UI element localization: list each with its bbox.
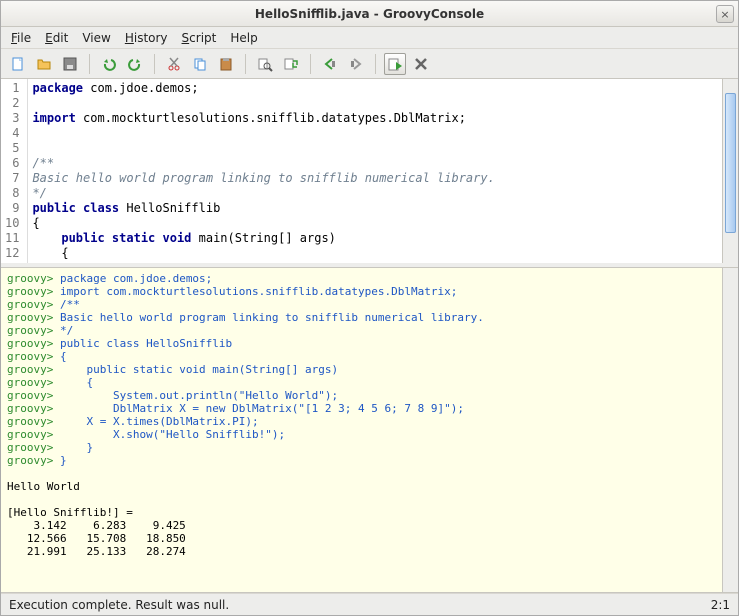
toolbar-separator: [245, 54, 246, 74]
run-script-button[interactable]: [384, 53, 406, 75]
folder-open-icon: [36, 56, 52, 72]
line-gutter: 1 2 3 4 5 6 7 8 9 10 11 12: [1, 79, 28, 263]
find-icon: [257, 56, 273, 72]
output-pane: groovy> package com.jdoe.demos; groovy> …: [1, 267, 738, 593]
save-icon: [62, 56, 78, 72]
titlebar: HelloSnifflib.java - GroovyConsole ×: [1, 1, 738, 27]
menu-history[interactable]: History: [119, 29, 174, 47]
toolbar-separator: [154, 54, 155, 74]
new-file-icon: [10, 56, 26, 72]
new-file-button[interactable]: [7, 53, 29, 75]
cursor-position: 2:1: [711, 598, 730, 612]
editor-pane: 1 2 3 4 5 6 7 8 9 10 11 12 package com.j…: [1, 79, 738, 267]
statusbar: Execution complete. Result was null. 2:1: [1, 593, 738, 615]
window-title: HelloSnifflib.java - GroovyConsole: [255, 7, 484, 21]
redo-icon: [127, 56, 143, 72]
menu-file[interactable]: File: [5, 29, 37, 47]
interrupt-button[interactable]: [410, 53, 432, 75]
replace-button[interactable]: [280, 53, 302, 75]
scrollbar-thumb[interactable]: [725, 93, 736, 233]
find-button[interactable]: [254, 53, 276, 75]
scissors-icon: [166, 56, 182, 72]
redo-button[interactable]: [124, 53, 146, 75]
undo-button[interactable]: [98, 53, 120, 75]
copy-button[interactable]: [189, 53, 211, 75]
console-scrollbar[interactable]: [722, 268, 738, 592]
save-button[interactable]: [59, 53, 81, 75]
arrow-left-icon: [322, 56, 338, 72]
editor-scrollbar[interactable]: [722, 79, 738, 263]
open-file-button[interactable]: [33, 53, 55, 75]
cut-button[interactable]: [163, 53, 185, 75]
toolbar: [1, 49, 738, 79]
history-prev-button[interactable]: [319, 53, 341, 75]
toolbar-separator: [375, 54, 376, 74]
undo-icon: [101, 56, 117, 72]
clipboard-icon: [218, 56, 234, 72]
arrow-right-icon: [348, 56, 364, 72]
toolbar-separator: [310, 54, 311, 74]
paste-button[interactable]: [215, 53, 237, 75]
menubar: File Edit View History Script Help: [1, 27, 738, 49]
menu-view[interactable]: View: [76, 29, 116, 47]
history-next-button[interactable]: [345, 53, 367, 75]
console-output[interactable]: groovy> package com.jdoe.demos; groovy> …: [1, 268, 722, 592]
code-editor[interactable]: package com.jdoe.demos; import com.mockt…: [28, 79, 722, 263]
menu-edit[interactable]: Edit: [39, 29, 74, 47]
replace-icon: [283, 56, 299, 72]
close-button[interactable]: ×: [716, 5, 734, 23]
menu-script[interactable]: Script: [176, 29, 223, 47]
x-icon: [413, 56, 429, 72]
status-message: Execution complete. Result was null.: [9, 598, 229, 612]
run-icon: [387, 56, 403, 72]
menu-help[interactable]: Help: [224, 29, 263, 47]
toolbar-separator: [89, 54, 90, 74]
copy-icon: [192, 56, 208, 72]
